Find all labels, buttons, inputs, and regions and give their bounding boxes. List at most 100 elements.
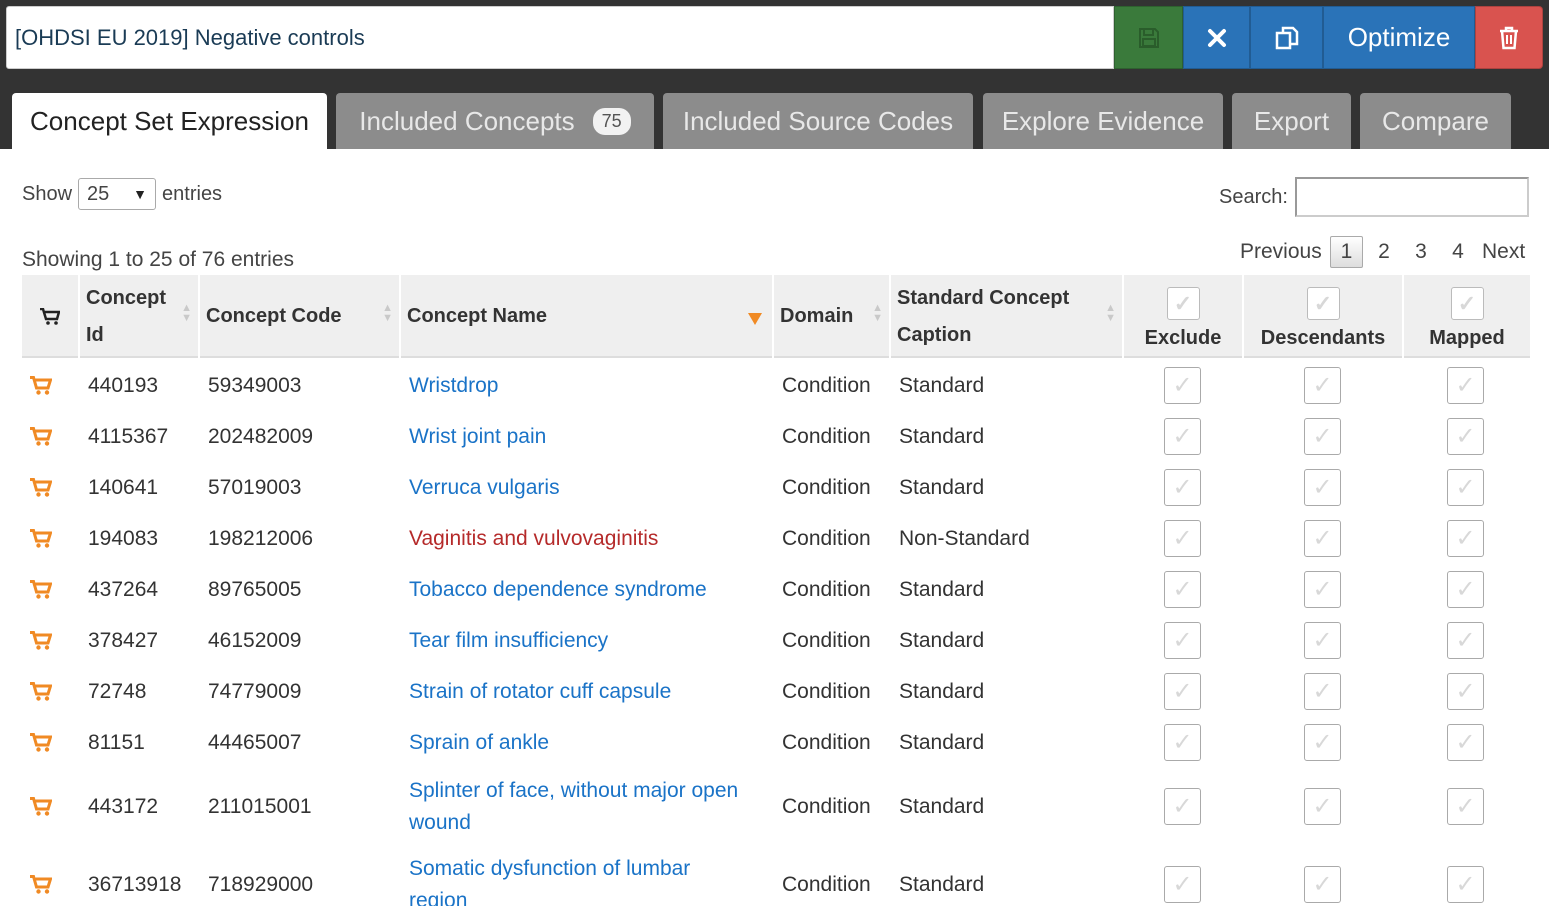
cart-icon <box>30 375 52 395</box>
exclude-checkbox[interactable]: ✓ <box>1164 866 1201 903</box>
concept-name-link[interactable]: Strain of rotator cuff capsule <box>409 676 671 708</box>
exclude-checkbox[interactable]: ✓ <box>1164 366 1201 404</box>
concept-set-name-input[interactable]: [OHDSI EU 2019] Negative controls <box>6 6 1114 69</box>
concept-name-link[interactable]: Somatic dysfunction of lumbar region <box>409 853 739 906</box>
column-domain[interactable]: Domain ▲ ▼ <box>774 275 891 358</box>
column-cart[interactable] <box>22 275 80 358</box>
concept-name-link[interactable]: Wristdrop <box>409 370 498 402</box>
pagination-page-1[interactable]: 1 <box>1330 236 1363 268</box>
column-concept-name[interactable]: Concept Name <box>401 275 774 358</box>
exclude-checkbox[interactable]: ✓ <box>1164 519 1201 557</box>
table-row: 4115367 202482009 Wrist joint pain Conditio… <box>22 411 1530 462</box>
cart-icon <box>30 875 52 894</box>
column-standard-concept[interactable]: Standard Concept Caption ▲ ▼ <box>891 275 1124 358</box>
mapped-checkbox[interactable]: ✓ <box>1447 621 1484 659</box>
select-all-mapped-checkbox[interactable]: ✓ <box>1450 287 1484 320</box>
descendants-checkbox[interactable]: ✓ <box>1304 723 1341 761</box>
check-icon: ✓ <box>1172 677 1193 705</box>
concept-id: 440193 <box>88 373 159 397</box>
copy-button[interactable] <box>1250 6 1323 69</box>
add-to-cart-button[interactable] <box>30 411 52 462</box>
add-to-cart-button[interactable] <box>30 513 52 564</box>
page-size-select[interactable]: 25 ▼ <box>78 178 157 210</box>
concept-name-link[interactable]: Verruca vulgaris <box>409 472 560 504</box>
pagination-page-4[interactable]: 4 <box>1450 236 1466 268</box>
tab-compare[interactable]: Compare <box>1360 93 1511 149</box>
descendants-checkbox[interactable]: ✓ <box>1304 519 1341 557</box>
tab-label: Included Concepts <box>359 105 575 136</box>
sort-icon: ▲ ▼ <box>382 302 393 324</box>
optimize-button[interactable]: Optimize <box>1323 6 1475 69</box>
mapped-checkbox[interactable]: ✓ <box>1447 866 1484 903</box>
column-label: Mapped <box>1429 327 1505 349</box>
add-to-cart-button[interactable] <box>30 462 52 513</box>
close-button[interactable] <box>1183 6 1250 69</box>
descendants-checkbox[interactable]: ✓ <box>1304 468 1341 506</box>
exclude-checkbox[interactable]: ✓ <box>1164 621 1201 659</box>
exclude-checkbox[interactable]: ✓ <box>1164 723 1201 761</box>
exclude-checkbox[interactable]: ✓ <box>1164 417 1201 455</box>
pagination-page-3[interactable]: 3 <box>1413 236 1429 268</box>
exclude-checkbox[interactable]: ✓ <box>1164 672 1201 710</box>
concept-code: 57019003 <box>208 475 302 499</box>
concept-name-link[interactable]: Wrist joint pain <box>409 421 546 453</box>
tab-included-concepts[interactable]: Included Concepts 75 <box>336 93 654 149</box>
column-descendants: ✓ Descendants <box>1244 275 1404 358</box>
add-to-cart-button[interactable] <box>30 717 52 768</box>
delete-button[interactable] <box>1475 6 1543 69</box>
search-input[interactable] <box>1295 177 1529 217</box>
exclude-checkbox[interactable]: ✓ <box>1164 468 1201 506</box>
add-to-cart-button[interactable] <box>30 768 52 846</box>
descendants-checkbox[interactable]: ✓ <box>1304 672 1341 710</box>
table-row: 443172 211015001 Splinter of face, without… <box>22 768 1530 846</box>
save-button[interactable] <box>1114 6 1183 69</box>
tab-export[interactable]: Export <box>1232 93 1351 149</box>
pagination-previous[interactable]: Previous <box>1240 236 1322 268</box>
mapped-checkbox[interactable]: ✓ <box>1447 519 1484 557</box>
mapped-checkbox[interactable]: ✓ <box>1447 723 1484 761</box>
column-concept-id[interactable]: Concept Id ▲ ▼ <box>80 275 200 358</box>
check-icon: ✓ <box>1312 728 1333 756</box>
exclude-checkbox[interactable]: ✓ <box>1164 788 1201 825</box>
select-all-exclude-checkbox[interactable]: ✓ <box>1166 287 1200 320</box>
add-to-cart-button[interactable] <box>30 846 52 906</box>
descendants-checkbox[interactable]: ✓ <box>1304 366 1341 404</box>
descendants-checkbox[interactable]: ✓ <box>1304 417 1341 455</box>
mapped-checkbox[interactable]: ✓ <box>1447 417 1484 455</box>
descendants-checkbox[interactable]: ✓ <box>1304 788 1341 825</box>
mapped-checkbox[interactable]: ✓ <box>1447 672 1484 710</box>
add-to-cart-button[interactable] <box>30 360 52 411</box>
tab-explore-evidence[interactable]: Explore Evidence <box>983 93 1223 149</box>
domain: Condition <box>782 873 871 896</box>
concept-name-link[interactable]: Sprain of ankle <box>409 727 549 759</box>
add-to-cart-button[interactable] <box>30 615 52 666</box>
concept-name-link[interactable]: Vaginitis and vulvovaginitis <box>409 523 658 555</box>
column-concept-code[interactable]: Concept Code ▲ ▼ <box>200 275 401 358</box>
cart-icon <box>30 579 52 599</box>
add-to-cart-button[interactable] <box>30 564 52 615</box>
mapped-checkbox[interactable]: ✓ <box>1447 366 1484 404</box>
check-icon: ✓ <box>1455 575 1476 603</box>
select-all-descendants-checkbox[interactable]: ✓ <box>1306 287 1340 320</box>
descendants-checkbox[interactable]: ✓ <box>1304 866 1341 903</box>
check-icon: ✓ <box>1455 793 1476 820</box>
cart-icon <box>30 732 52 752</box>
standard-concept: Standard <box>899 795 985 818</box>
tab-included-source-codes[interactable]: Included Source Codes <box>663 93 973 149</box>
check-icon: ✓ <box>1455 626 1476 654</box>
pagination-next[interactable]: Next <box>1482 236 1525 268</box>
mapped-checkbox[interactable]: ✓ <box>1447 788 1484 825</box>
column-label: Concept Id <box>86 286 166 346</box>
concept-name-link[interactable]: Splinter of face, without major open wou… <box>409 775 739 839</box>
mapped-checkbox[interactable]: ✓ <box>1447 468 1484 506</box>
exclude-checkbox[interactable]: ✓ <box>1164 570 1201 608</box>
descendants-checkbox[interactable]: ✓ <box>1304 570 1341 608</box>
concept-name-link[interactable]: Tear film insufficiency <box>409 625 608 657</box>
add-to-cart-button[interactable] <box>30 666 52 717</box>
descendants-checkbox[interactable]: ✓ <box>1304 621 1341 659</box>
concept-name-link[interactable]: Tobacco dependence syndrome <box>409 574 707 606</box>
mapped-checkbox[interactable]: ✓ <box>1447 570 1484 608</box>
pagination-page-2[interactable]: 2 <box>1376 236 1392 268</box>
tab-concept-set-expression[interactable]: Concept Set Expression <box>12 93 327 149</box>
domain: Condition <box>782 373 871 397</box>
